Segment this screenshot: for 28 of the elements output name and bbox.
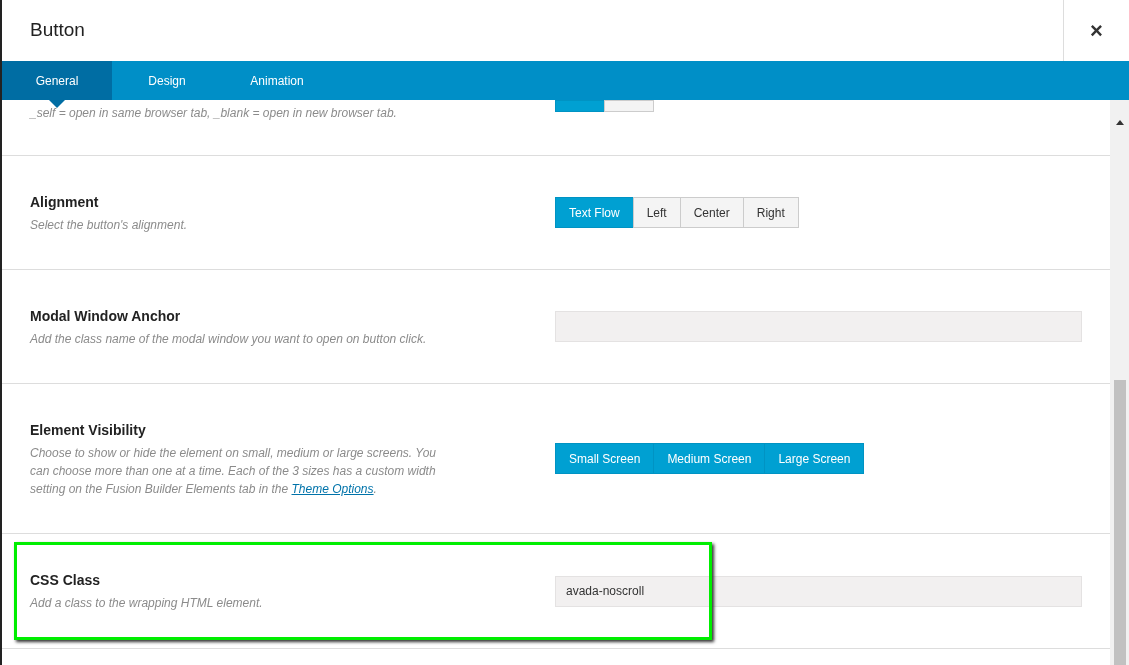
scrollbar[interactable] (1110, 100, 1129, 665)
option-toggle[interactable] (604, 100, 654, 112)
option-toggle-button[interactable]: Text Flow (555, 197, 634, 228)
option-toggle-button[interactable]: Right (742, 197, 799, 228)
scrollbar-thumb[interactable] (1113, 380, 1126, 665)
option-toggle-button[interactable]: Small Screen (555, 443, 655, 474)
window-title: Button (30, 18, 85, 43)
tab[interactable]: Design (112, 61, 222, 100)
option-toggle-button[interactable]: Large Screen (764, 443, 865, 474)
option-toggle-button[interactable]: Medium Screen (653, 443, 766, 474)
scroll-up-icon[interactable] (1115, 120, 1124, 125)
theme-options-link[interactable]: Theme Options (291, 481, 374, 496)
option-title: Alignment (30, 192, 100, 212)
text-input-field[interactable]: avada-noscroll (555, 575, 1082, 607)
option-title: CSS Class (30, 571, 102, 590)
option-toggle-button[interactable]: Center (679, 197, 744, 228)
option-description: Add the class name of the modal window you want to open on button click. (30, 330, 428, 348)
option-toggle-button[interactable]: Left (632, 197, 681, 228)
option-description: Select the button's alignment. (30, 216, 189, 234)
option-toggle[interactable] (555, 100, 605, 112)
option-title: Element Visibility (30, 420, 147, 440)
option-description: Choose to show or hide the element on small, medium or large screens. You can choose more than one at a time. Each of the 3 sizes has a custom width setting on the Fusion Builder Elements tab in the Theme Options. (30, 444, 437, 498)
tab[interactable]: Animation (222, 61, 332, 100)
text-input-field[interactable] (555, 311, 1082, 342)
option-title: Modal Window Anchor (30, 306, 182, 326)
option-description: Add a class to the wrapping HTML element. (30, 595, 264, 612)
tab-pointer-icon (49, 100, 65, 108)
option-description: _self = open in same browser tab, _blank = open in new browser tab. (30, 105, 398, 122)
